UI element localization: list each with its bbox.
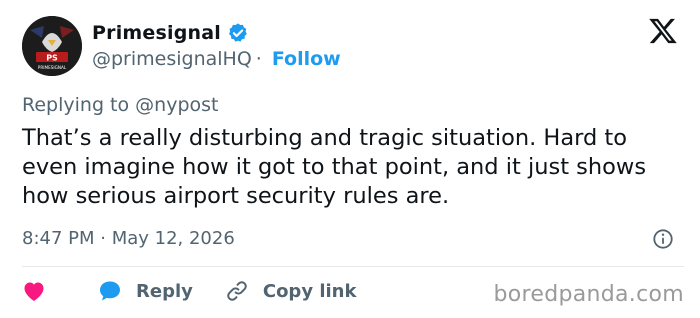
like-button[interactable] [22, 280, 46, 302]
copy-link-label: Copy link [262, 280, 357, 302]
avatar[interactable]: PS PRIMESIGNAL [22, 16, 82, 76]
verified-badge-icon [229, 23, 247, 42]
replying-to: Replying to @nypost [22, 94, 219, 116]
handle-row: @primesignalHQ · Follow [92, 48, 341, 70]
svg-text:PRIMESIGNAL: PRIMESIGNAL [38, 65, 67, 70]
separator-dot: · [255, 48, 262, 70]
reply-mention-link[interactable]: @nypost [135, 94, 218, 116]
watermark: boredpanda.com [493, 282, 684, 307]
divider [22, 266, 684, 267]
copy-link-button[interactable]: Copy link [225, 279, 357, 303]
handle[interactable]: @primesignalHQ [92, 48, 252, 70]
display-name-row: Primesignal [92, 22, 249, 44]
tweet-text: That’s a really disturbing and tragic si… [22, 125, 647, 209]
x-logo-icon[interactable] [648, 16, 678, 46]
reply-label: Reply [136, 280, 193, 302]
replying-prefix: Replying to [22, 94, 130, 116]
follow-button[interactable]: Follow [272, 48, 341, 70]
info-icon[interactable] [652, 228, 674, 250]
display-name[interactable]: Primesignal [92, 22, 221, 44]
tweet-timestamp[interactable]: 8:47 PM · May 12, 2026 [22, 228, 235, 249]
heart-icon [24, 282, 44, 301]
link-icon [227, 281, 247, 301]
svg-text:PS: PS [46, 54, 58, 63]
avatar-image: PS PRIMESIGNAL [22, 16, 82, 76]
tweet-card: PS PRIMESIGNAL Primesignal @primesignalH… [0, 0, 700, 318]
reply-button[interactable]: Reply [98, 279, 193, 303]
speech-bubble-icon [100, 281, 120, 301]
action-bar: Reply Copy link [22, 276, 356, 306]
